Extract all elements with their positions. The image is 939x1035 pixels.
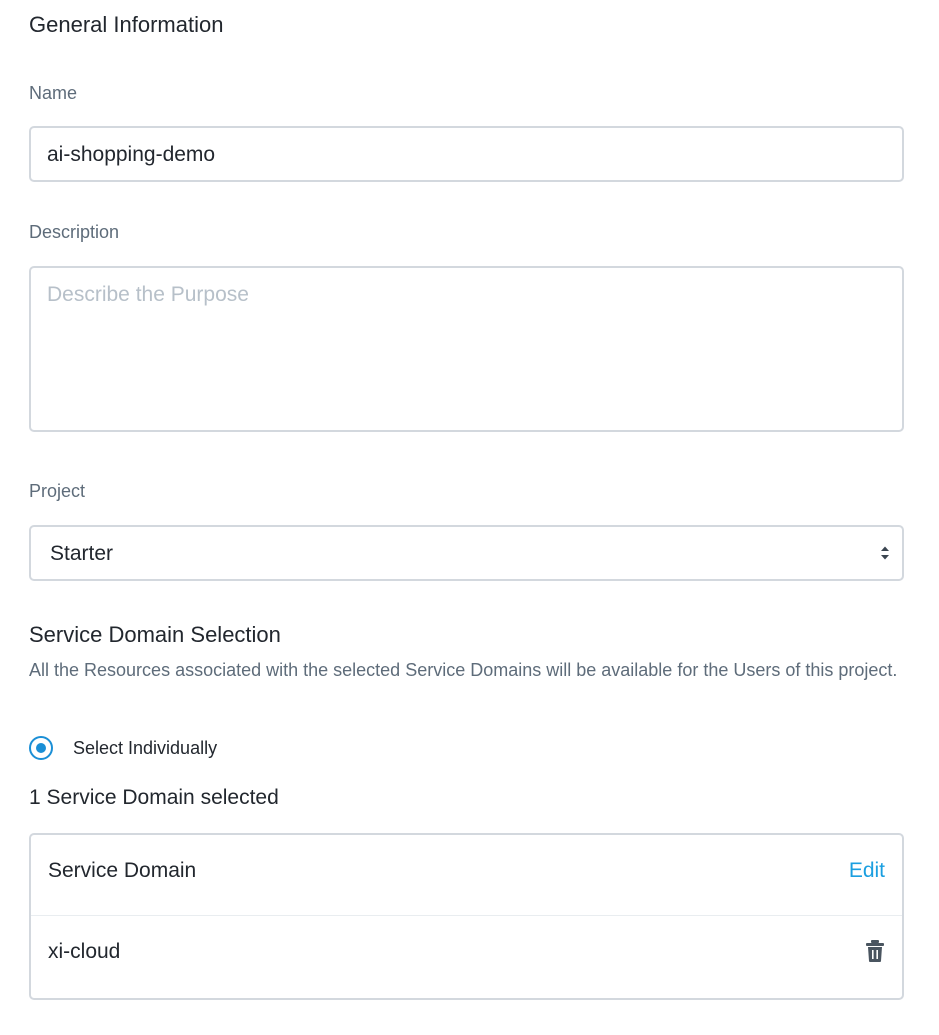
service-domain-help: All the Resources associated with the se… [29,660,898,680]
selected-count: 1 Service Domain selected [29,786,279,809]
name-input-value: ai-shopping-demo [47,143,216,166]
name-input[interactable]: ai-shopping-demo [29,126,904,182]
section-title: General Information [29,12,224,37]
description-label: Description [29,222,120,242]
description-textarea[interactable]: Describe the Purpose [29,266,904,432]
project-select-value: Starter [50,542,114,565]
description-placeholder: Describe the Purpose [47,283,249,306]
service-domain-name: xi-cloud [48,940,121,963]
updown-chevron-icon [881,546,889,560]
project-label: Project [29,481,86,501]
select-individually-option[interactable]: Select Individually [29,734,217,762]
name-label: Name [29,83,78,103]
radio-selected-icon[interactable] [29,736,53,760]
edit-link[interactable]: Edit [849,859,885,883]
radio-label: Select Individually [73,737,218,758]
project-select[interactable]: Starter [29,525,904,581]
table-header: Service Domain Edit [31,835,902,916]
service-domain-title: Service Domain Selection [29,622,281,647]
service-domain-table: Service Domain Edit xi-cloud [29,833,904,1000]
table-row: xi-cloud [31,917,902,1000]
trash-icon[interactable] [865,939,885,963]
table-header-service-domain: Service Domain [48,859,197,882]
